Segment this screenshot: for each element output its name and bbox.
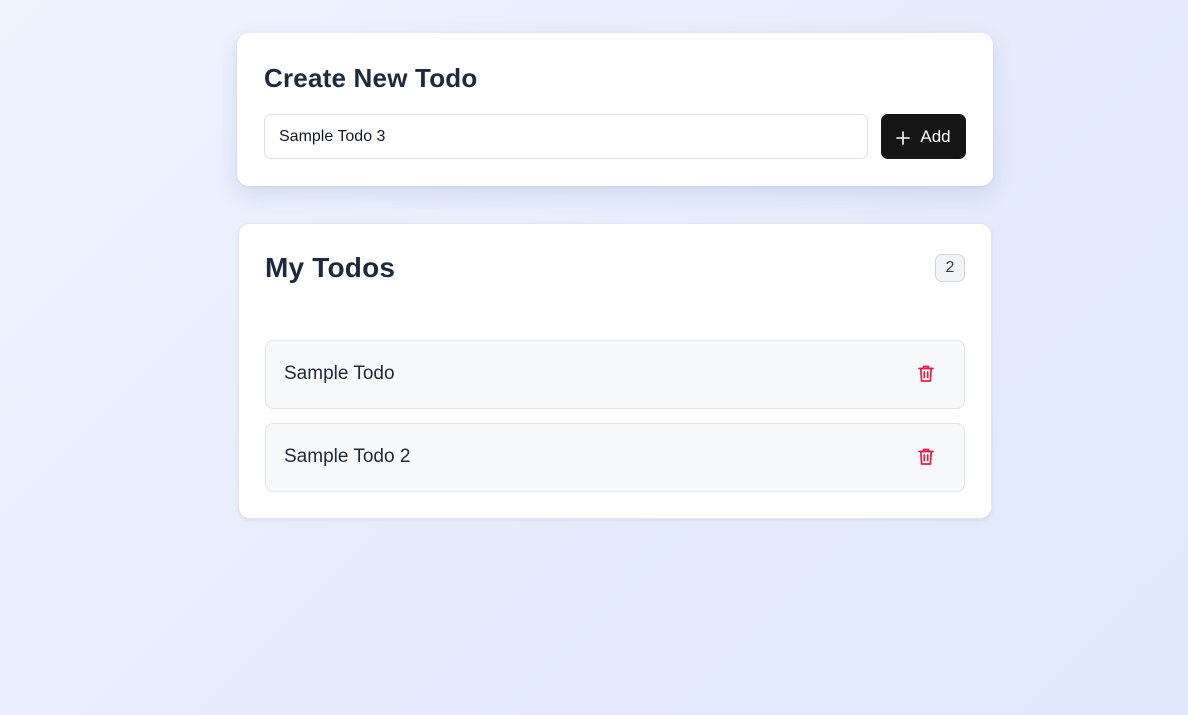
- todo-list-title: My Todos: [265, 252, 396, 283]
- trash-icon: [917, 364, 935, 386]
- trash-icon: [917, 447, 935, 469]
- create-todo-card: Create New Todo Add: [237, 33, 993, 186]
- todo-item: Sample Todo: [265, 340, 965, 409]
- todo-input[interactable]: [264, 114, 868, 159]
- add-button-label: Add: [920, 126, 951, 146]
- delete-todo-button[interactable]: [912, 361, 940, 389]
- todo-item-text: Sample Todo: [284, 363, 395, 384]
- todo-item-text: Sample Todo 2: [284, 446, 411, 467]
- todo-item: Sample Todo 2: [265, 423, 965, 492]
- add-button[interactable]: Add: [881, 114, 966, 159]
- todo-list-card: My Todos 2 Sample Todo Sample Todo 2: [238, 223, 992, 519]
- plus-icon: [896, 130, 911, 145]
- delete-todo-button[interactable]: [912, 444, 940, 472]
- create-todo-title: Create New Todo: [264, 63, 478, 93]
- todo-count-badge: 2: [935, 254, 965, 282]
